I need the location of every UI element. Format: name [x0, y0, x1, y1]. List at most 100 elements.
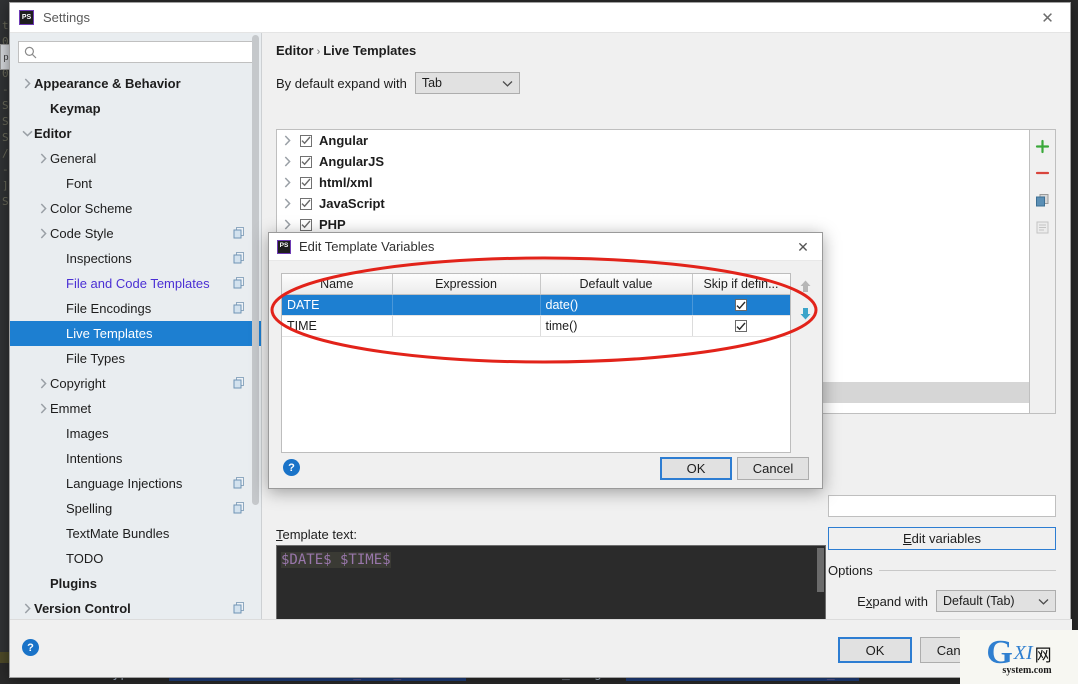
sidebar-item-code-style[interactable]: Code Style	[10, 221, 261, 246]
chevron-right-icon[interactable]	[284, 198, 300, 209]
table-row-empty	[282, 336, 790, 357]
table-row[interactable]: DATE date()	[282, 294, 790, 315]
table-row[interactable]: TIME time()	[282, 315, 790, 336]
template-editor-scrollbar-thumb[interactable]	[817, 548, 824, 592]
column-header-name[interactable]: Name	[282, 274, 392, 294]
template-editor-scrollbar[interactable]	[816, 546, 825, 625]
sidebar-scrollbar[interactable]	[251, 35, 260, 615]
sidebar-item-file-and-code-templates[interactable]: File and Code Templates	[10, 271, 261, 296]
sidebar-item-keymap[interactable]: Keymap	[10, 96, 261, 121]
column-header-skip-if-defin[interactable]: Skip if defin...	[692, 274, 790, 294]
column-header-default-value[interactable]: Default value	[540, 274, 692, 294]
skip-if-defined-checkbox[interactable]	[735, 299, 747, 311]
sidebar-item-inspections[interactable]: Inspections	[10, 246, 261, 271]
template-options-button[interactable]	[1035, 219, 1051, 235]
add-template-button[interactable]	[1035, 138, 1051, 154]
template-group-checkbox[interactable]	[300, 177, 312, 189]
move-down-button[interactable]	[796, 302, 814, 324]
template-group-row[interactable]: AngularJS	[277, 151, 1029, 172]
breadcrumb-separator: ›	[314, 46, 324, 58]
edit-variables-button[interactable]: Edit variables	[828, 527, 1056, 550]
sidebar-item-language-injections[interactable]: Language Injections	[10, 471, 261, 496]
sidebar-item-editor[interactable]: Editor	[10, 121, 261, 146]
dialog-cancel-button[interactable]: Cancel	[737, 457, 809, 480]
cell-default-value[interactable]: date()	[540, 294, 692, 315]
chevron-right-icon[interactable]	[36, 396, 50, 421]
expand-with-select[interactable]: Default (Tab)	[936, 590, 1056, 612]
close-icon[interactable]: ✕	[784, 233, 822, 261]
template-group-row[interactable]: JavaScript	[277, 193, 1029, 214]
sidebar-item-label: Version Control	[34, 601, 131, 616]
sidebar-item-spelling[interactable]: Spelling	[10, 496, 261, 521]
cell-empty	[540, 441, 692, 453]
chevron-right-icon[interactable]	[36, 371, 50, 396]
variables-table-container[interactable]: NameExpressionDefault valueSkip if defin…	[281, 273, 791, 453]
cell-empty	[392, 399, 540, 420]
sidebar-item-label: File Types	[66, 351, 125, 366]
sidebar-scrollbar-thumb[interactable]	[252, 35, 259, 505]
template-group-checkbox[interactable]	[300, 219, 312, 231]
watermark-cn: 网	[1035, 641, 1052, 666]
dialog-ok-button[interactable]: OK	[660, 457, 732, 480]
search-box[interactable]	[18, 41, 253, 63]
chevron-right-icon[interactable]	[284, 177, 300, 188]
chevron-right-icon[interactable]	[36, 196, 50, 221]
remove-template-button[interactable]	[1035, 165, 1051, 181]
sidebar-item-todo[interactable]: TODO	[10, 546, 261, 571]
expand-with-value: Default (Tab)	[943, 594, 1028, 608]
sidebar-item-file-types[interactable]: File Types	[10, 346, 261, 371]
template-group-checkbox[interactable]	[300, 135, 312, 147]
template-text-editor[interactable]: $DATE$ $TIME$	[276, 545, 826, 625]
column-header-expression[interactable]: Expression	[392, 274, 540, 294]
sidebar-item-general[interactable]: General	[10, 146, 261, 171]
cell-skip-if-defined[interactable]	[692, 294, 790, 315]
copy-icon	[233, 227, 245, 239]
sidebar-item-intentions[interactable]: Intentions	[10, 446, 261, 471]
chevron-right-icon[interactable]	[36, 146, 50, 171]
cell-name[interactable]: DATE	[282, 294, 392, 315]
sidebar-item-copyright[interactable]: Copyright	[10, 371, 261, 396]
sidebar-item-textmate-bundles[interactable]: TextMate Bundles	[10, 521, 261, 546]
template-group-checkbox[interactable]	[300, 156, 312, 168]
default-expand-select[interactable]: Tab	[415, 72, 520, 94]
cell-skip-if-defined[interactable]	[692, 315, 790, 336]
sidebar-item-plugins[interactable]: Plugins	[10, 571, 261, 596]
sidebar-item-label: TextMate Bundles	[66, 526, 169, 541]
chevron-right-icon[interactable]	[20, 596, 34, 619]
abbreviation-input[interactable]	[828, 495, 1056, 517]
sidebar-item-font[interactable]: Font	[10, 171, 261, 196]
sidebar-item-color-scheme[interactable]: Color Scheme	[10, 196, 261, 221]
search-input[interactable]	[37, 43, 247, 61]
sidebar-item-images[interactable]: Images	[10, 421, 261, 446]
cell-name[interactable]: TIME	[282, 315, 392, 336]
dialog-help-button[interactable]: ?	[283, 459, 300, 476]
sidebar-item-emmet[interactable]: Emmet	[10, 396, 261, 421]
sidebar-item-label: Intentions	[66, 451, 122, 466]
move-up-button[interactable]	[796, 275, 814, 297]
copy-icon	[233, 602, 245, 614]
chevron-right-icon[interactable]	[36, 221, 50, 246]
template-group-checkbox[interactable]	[300, 198, 312, 210]
ok-button[interactable]: OK	[838, 637, 912, 663]
chevron-right-icon[interactable]	[284, 135, 300, 146]
cell-default-value[interactable]: time()	[540, 315, 692, 336]
template-group-row[interactable]: html/xml	[277, 172, 1029, 193]
chevron-right-icon[interactable]	[20, 71, 34, 96]
sidebar-item-file-encodings[interactable]: File Encodings	[10, 296, 261, 321]
cell-expression[interactable]	[392, 294, 540, 315]
sidebar-item-appearance-behavior[interactable]: Appearance & Behavior	[10, 71, 261, 96]
cell-expression[interactable]	[392, 315, 540, 336]
tree-indent-spacer	[52, 421, 66, 446]
template-group-row[interactable]: Angular	[277, 130, 1029, 151]
sidebar-item-live-templates[interactable]: Live Templates	[10, 321, 261, 346]
duplicate-template-button[interactable]	[1035, 192, 1051, 208]
chevron-right-icon[interactable]	[284, 156, 300, 167]
help-button[interactable]: ?	[22, 639, 39, 656]
close-icon[interactable]: ✕	[1025, 3, 1070, 33]
chevron-down-icon[interactable]	[20, 121, 34, 146]
chevron-right-icon[interactable]	[284, 219, 300, 230]
sidebar-item-version-control[interactable]: Version Control	[10, 596, 261, 619]
breadcrumb-parent[interactable]: Editor	[276, 43, 314, 58]
sidebar-item-label: Keymap	[50, 101, 101, 116]
skip-if-defined-checkbox[interactable]	[735, 320, 747, 332]
